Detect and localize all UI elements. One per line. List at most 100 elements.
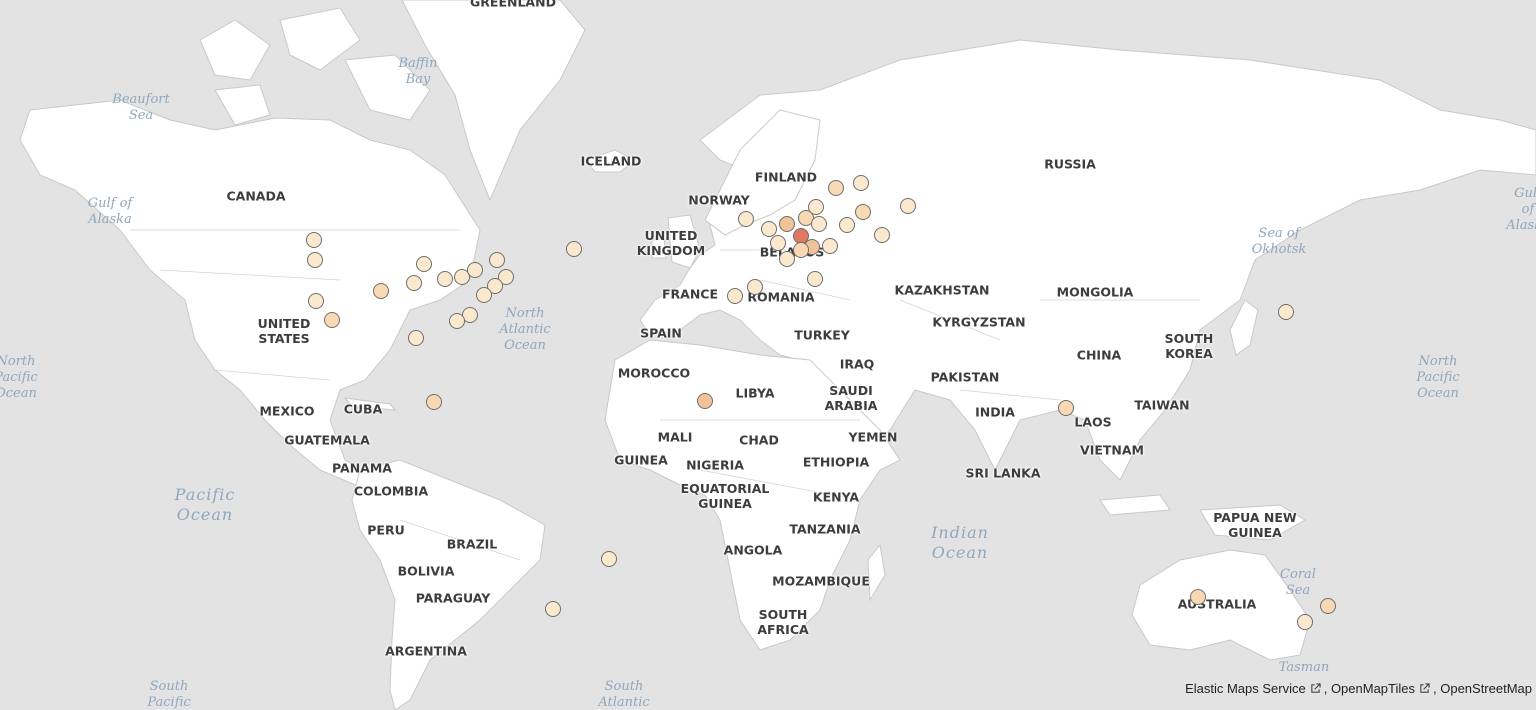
- external-link-icon: [1311, 683, 1321, 693]
- map-point[interactable]: [838, 217, 855, 234]
- country-label: PARAGUAY: [415, 590, 491, 606]
- attribution-openstreetmap[interactable]: , OpenStreetMap: [1433, 681, 1532, 696]
- map-point[interactable]: [792, 242, 809, 259]
- map-point[interactable]: [810, 215, 827, 232]
- external-link-icon: [1420, 683, 1430, 693]
- country-label: SAUDI ARABIA: [824, 383, 878, 413]
- country-label: GREENLAND: [470, 0, 556, 10]
- water-label: South Pacific: [147, 679, 191, 710]
- water-label: South Atlantic: [598, 679, 650, 710]
- country-label: FRANCE: [661, 286, 719, 302]
- country-label: BOLIVIA: [397, 563, 455, 579]
- country-label: BRAZIL: [446, 536, 498, 552]
- country-label: CUBA: [343, 401, 383, 417]
- country-label: CHAD: [739, 432, 779, 448]
- attribution-openmaptiles[interactable]: , OpenMapTiles: [1324, 681, 1415, 696]
- country-label: VIETNAM: [1080, 442, 1144, 458]
- map-point[interactable]: [1189, 589, 1206, 606]
- attribution: Elastic Maps Service , OpenMapTiles , Open…: [1185, 681, 1532, 696]
- map-point[interactable]: [323, 311, 340, 328]
- country-label: CHINA: [1076, 347, 1122, 363]
- map-point[interactable]: [305, 232, 322, 249]
- map-point[interactable]: [769, 234, 786, 251]
- map-point[interactable]: [760, 220, 777, 237]
- map-point[interactable]: [854, 204, 871, 220]
- map-point[interactable]: [1320, 597, 1337, 614]
- country-label: GUATEMALA: [284, 432, 370, 448]
- map-point[interactable]: [1058, 399, 1075, 416]
- country-label: ICELAND: [580, 153, 642, 169]
- map-point[interactable]: [405, 275, 422, 291]
- country-label: YEMEN: [848, 429, 898, 445]
- country-label: TANZANIA: [789, 521, 861, 537]
- country-label: TAIWAN: [1134, 397, 1190, 413]
- map-point[interactable]: [544, 600, 561, 617]
- water-label: Baffin Bay: [398, 56, 438, 87]
- world-map[interactable]: GREENLAND ICELAND CANADA UNITED STATES MEXIC…: [0, 0, 1536, 710]
- country-label: PANAMA: [332, 460, 392, 476]
- country-label: MOROCCO: [617, 365, 691, 381]
- country-label: ANGOLA: [723, 542, 783, 558]
- map-point[interactable]: [416, 255, 433, 272]
- country-label: INDIA: [975, 404, 1015, 420]
- map-point[interactable]: [467, 261, 484, 278]
- map-point[interactable]: [807, 198, 824, 215]
- country-label: LIBYA: [735, 385, 775, 401]
- country-label: ARGENTINA: [385, 643, 467, 659]
- country-label: UNITED KINGDOM: [636, 228, 706, 258]
- map-point[interactable]: [308, 292, 325, 309]
- map-point[interactable]: [778, 250, 795, 267]
- map-point[interactable]: [408, 330, 424, 346]
- map-point[interactable]: [1277, 304, 1294, 320]
- country-label: UNITED STATES: [257, 316, 311, 346]
- country-label: KAZAKHSTAN: [894, 282, 990, 298]
- country-label: TURKEY: [794, 327, 850, 343]
- water-label: Gulf of Alaska: [87, 196, 133, 227]
- country-label: FINLAND: [754, 169, 818, 185]
- country-label: SOUTH AFRICA: [757, 607, 809, 637]
- country-label: MALI: [657, 429, 693, 445]
- country-label: COLOMBIA: [353, 483, 429, 499]
- country-label: PERU: [367, 522, 405, 538]
- country-label: PAPUA NEW GUINEA: [1213, 510, 1297, 540]
- water-label: North Atlantic Ocean: [499, 306, 551, 353]
- country-label: LAOS: [1074, 414, 1112, 430]
- country-label: MOZAMBIQUE: [772, 573, 870, 589]
- country-label: RUSSIA: [1044, 156, 1096, 172]
- country-label: KYRGYZSTAN: [932, 314, 1026, 330]
- map-point[interactable]: [828, 179, 844, 196]
- map-point[interactable]: [488, 252, 505, 269]
- map-point[interactable]: [737, 211, 754, 228]
- country-label: SRI LANKA: [965, 465, 1041, 481]
- water-label: Tasman: [1278, 660, 1330, 675]
- country-label: KENYA: [812, 489, 860, 505]
- country-label: SPAIN: [640, 325, 682, 341]
- country-label: CANADA: [226, 188, 286, 204]
- water-label: North Pacific Ocean: [1416, 354, 1460, 401]
- attribution-ems[interactable]: Elastic Maps Service: [1185, 681, 1306, 696]
- water-label: Indian Ocean: [931, 523, 989, 562]
- water-label: Sea of Okhotsk: [1251, 226, 1307, 257]
- map-point[interactable]: [696, 393, 713, 410]
- map-point[interactable]: [821, 238, 838, 255]
- country-label: IRAQ: [839, 356, 875, 372]
- country-label: PAKISTAN: [930, 369, 1000, 385]
- country-label: MONGOLIA: [1056, 284, 1134, 300]
- water-label: North Pacific Ocean: [0, 354, 38, 401]
- country-label: NIGERIA: [686, 457, 744, 473]
- water-label: Beaufort Sea: [112, 92, 170, 123]
- water-label: Pacific Ocean: [174, 485, 236, 524]
- country-label: EQUATORIAL GUINEA: [680, 481, 770, 511]
- country-label: SOUTH KOREA: [1164, 331, 1214, 361]
- water-label: Gulf of Alaska: [1506, 186, 1536, 233]
- map-point[interactable]: [873, 226, 890, 243]
- country-label: GUINEA: [614, 452, 668, 468]
- country-label: NORWAY: [688, 192, 750, 208]
- basemap: [19, 0, 1536, 710]
- map-point[interactable]: [426, 393, 443, 410]
- map-point[interactable]: [448, 313, 465, 330]
- map-point[interactable]: [372, 282, 389, 299]
- country-label: MEXICO: [259, 403, 315, 419]
- country-label: ETHIOPIA: [802, 454, 870, 470]
- water-label: Coral Sea: [1280, 567, 1316, 598]
